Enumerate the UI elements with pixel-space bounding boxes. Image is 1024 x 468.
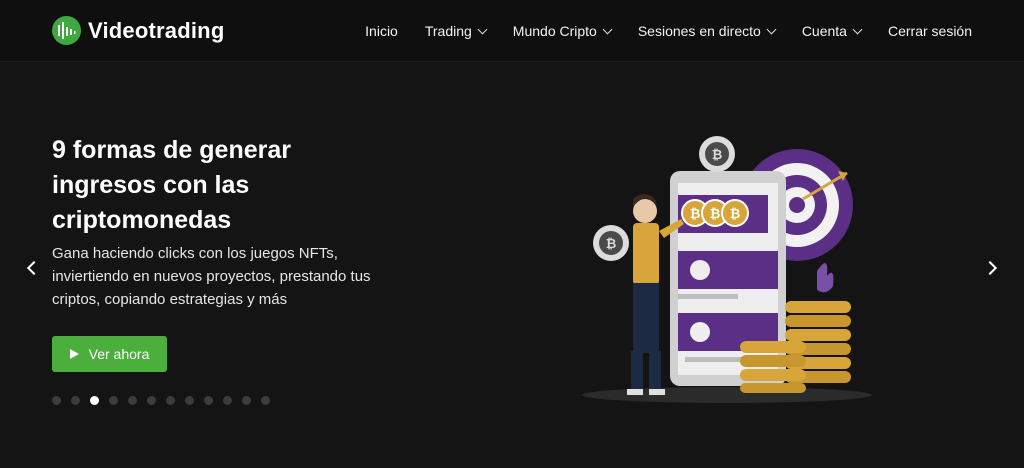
- nav-item-trading[interactable]: Trading: [424, 23, 488, 39]
- nav-item-label: Cuenta: [801, 23, 847, 39]
- carousel-dot[interactable]: [223, 396, 232, 405]
- carousel-dot[interactable]: [147, 396, 156, 405]
- hero-subtitle: Gana haciendo clicks con los juegos NFTs…: [52, 245, 371, 308]
- ver-ahora-button[interactable]: Ver ahora: [52, 336, 167, 372]
- nav-item-label: Cerrar sesión: [887, 23, 972, 39]
- brand-name: Videotrading: [88, 17, 225, 43]
- chevron-left-icon: [26, 260, 42, 276]
- brand-logo[interactable]: Videotrading: [52, 16, 224, 45]
- chevron-down-icon: [852, 24, 863, 34]
- carousel-dot[interactable]: [71, 396, 80, 405]
- cta-label: Ver ahora: [88, 346, 150, 362]
- carousel-dot[interactable]: [242, 396, 251, 405]
- carousel-pagination: [52, 396, 270, 405]
- carousel-dot[interactable]: [185, 396, 194, 405]
- nav-item-sesiones-en-directo[interactable]: Sesiones en directo: [637, 23, 777, 39]
- carousel-dot[interactable]: [204, 396, 213, 405]
- chevron-down-icon: [477, 24, 488, 34]
- soundwave-logo-icon: [52, 16, 81, 45]
- svg-text:₿: ₿: [730, 207, 741, 222]
- carousel-prev-button[interactable]: [22, 258, 42, 278]
- chevron-down-icon: [766, 24, 777, 34]
- carousel-dot[interactable]: [166, 396, 175, 405]
- nav-item-label: Sesiones en directo: [637, 23, 761, 39]
- play-icon: [69, 349, 79, 359]
- nav-item-label: Inicio: [365, 23, 398, 39]
- nav-item-inicio[interactable]: Inicio: [365, 23, 398, 39]
- crypto-illustration: ₿ ₿ ₿ ₿ ₿: [575, 131, 875, 406]
- chevron-down-icon: [602, 24, 613, 34]
- hero-title: 9 formas de generar ingresos con las cri…: [52, 136, 291, 234]
- nav-item-mundo-cripto[interactable]: Mundo Cripto: [512, 23, 613, 39]
- nav-item-label: Trading: [424, 23, 472, 39]
- carousel-next-button[interactable]: [982, 258, 1003, 278]
- carousel-dot[interactable]: [52, 396, 61, 405]
- main-nav: Inicio Trading Mundo Cripto Sesiones en …: [365, 0, 972, 62]
- svg-text:₿: ₿: [710, 207, 721, 222]
- carousel-dot[interactable]: [261, 396, 270, 405]
- carousel-dot[interactable]: [90, 396, 99, 405]
- svg-text:₿: ₿: [690, 207, 701, 222]
- nav-item-cerrar-sesion[interactable]: Cerrar sesión: [888, 23, 972, 39]
- nav-item-cuenta[interactable]: Cuenta: [801, 23, 863, 39]
- chevron-right-icon: [982, 260, 998, 276]
- hero-carousel: 9 formas de generar ingresos con las cri…: [0, 63, 1024, 468]
- top-navbar: Videotrading Inicio Trading Mundo Cripto…: [0, 0, 1024, 62]
- svg-text:₿: ₿: [712, 148, 723, 163]
- carousel-dot[interactable]: [109, 396, 118, 405]
- carousel-dot[interactable]: [128, 396, 137, 405]
- svg-text:₿: ₿: [606, 237, 617, 252]
- nav-item-label: Mundo Cripto: [512, 23, 597, 39]
